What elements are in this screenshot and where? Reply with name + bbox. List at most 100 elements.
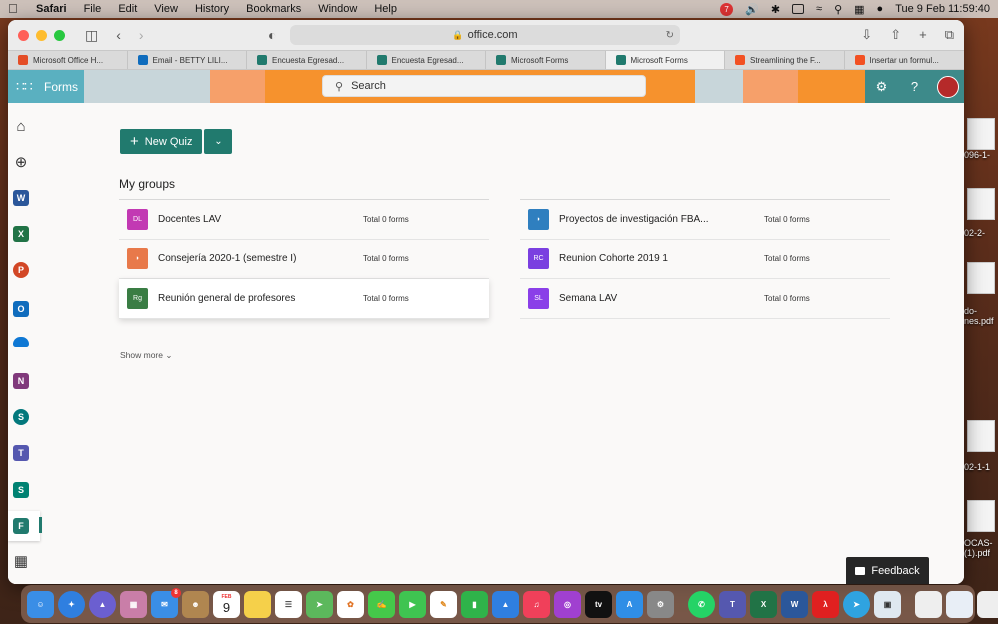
battery-icon[interactable]: [792, 4, 805, 14]
spotlight-search-icon[interactable]: ⚲: [834, 3, 842, 16]
bluetooth-icon[interactable]: ✱: [771, 3, 780, 16]
siri-icon[interactable]: ●: [877, 3, 884, 15]
sidebar-toggle-icon[interactable]: ◫: [85, 27, 98, 44]
app-store-icon[interactable]: A: [616, 590, 643, 618]
desktop-file-icon[interactable]: [967, 420, 995, 452]
browser-tab[interactable]: Microsoft Forms: [486, 51, 606, 69]
share-icon[interactable]: ⇧: [890, 27, 901, 43]
notes-icon[interactable]: [244, 590, 271, 618]
browser-tab[interactable]: Insertar un formul...: [845, 51, 965, 69]
teams-icon[interactable]: T: [13, 445, 29, 461]
group-row[interactable]: RC Reunion Cohorte 2019 1 Total 0 forms: [520, 240, 890, 279]
mail-icon[interactable]: ✉ 8: [151, 587, 181, 618]
menu-file[interactable]: File: [84, 3, 102, 15]
group-row[interactable]: ◗ Proyectos de investigación FBA... Tota…: [520, 200, 890, 240]
group-row[interactable]: DL Docentes LAV Total 0 forms: [119, 200, 489, 240]
home-icon[interactable]: ⌂: [13, 118, 29, 135]
browser-tab[interactable]: Email - BETTY LILI...: [128, 51, 247, 69]
word-icon[interactable]: W: [781, 590, 808, 618]
messages-icon[interactable]: ✍: [368, 590, 395, 618]
maps-icon[interactable]: ➤: [306, 590, 333, 618]
fullscreen-window-button[interactable]: [54, 29, 65, 41]
numbers-icon[interactable]: ▮: [461, 590, 488, 618]
onedrive-icon[interactable]: [13, 337, 29, 347]
control-center-icon[interactable]: ▦: [854, 3, 864, 16]
powerpoint-icon[interactable]: P: [13, 262, 29, 278]
excel-icon[interactable]: X: [13, 226, 29, 242]
word-icon[interactable]: W: [13, 190, 29, 206]
podcasts-icon[interactable]: ◎: [554, 590, 581, 618]
contacts-icon[interactable]: ☻: [182, 590, 209, 618]
music-icon[interactable]: ♫: [523, 590, 550, 618]
onenote-icon[interactable]: N: [13, 373, 29, 389]
menu-window[interactable]: Window: [318, 3, 357, 15]
excel-icon[interactable]: X: [750, 590, 777, 618]
browser-tab[interactable]: Streamlining the F...: [725, 51, 845, 69]
new-tab-icon[interactable]: +: [919, 27, 927, 43]
search-input[interactable]: ⚲ Search: [322, 75, 646, 97]
desktop-file-icon[interactable]: [967, 188, 995, 220]
sway-icon[interactable]: S: [13, 482, 29, 498]
privacy-shield-icon[interactable]: ◐: [268, 27, 276, 43]
recent-document-icon[interactable]: [915, 590, 942, 618]
system-preferences-icon[interactable]: ⚙: [647, 590, 674, 618]
preview-icon[interactable]: ▣: [874, 590, 901, 618]
create-icon[interactable]: ⊕: [13, 154, 29, 171]
telegram-icon[interactable]: ➤: [843, 590, 870, 618]
apple-tv-icon[interactable]: tv: [585, 590, 612, 618]
help-icon[interactable]: ?: [898, 70, 931, 103]
recent-document-icon[interactable]: [977, 590, 998, 618]
feedback-button[interactable]: Feedback: [846, 557, 929, 584]
all-apps-icon[interactable]: ▦: [13, 553, 29, 570]
show-more-link[interactable]: Show more ⌄: [120, 350, 173, 361]
volume-icon[interactable]: 🔊: [745, 3, 759, 16]
finder-icon[interactable]: ☺: [27, 590, 54, 618]
wifi-icon[interactable]: ≈: [816, 3, 822, 15]
apple-icon[interactable]: : [8, 2, 22, 16]
close-window-button[interactable]: [18, 29, 29, 41]
outlook-icon[interactable]: O: [13, 301, 29, 317]
launchpad-grid-icon[interactable]: ▦: [120, 590, 147, 618]
desktop-file-icon[interactable]: [967, 118, 995, 150]
settings-gear-icon[interactable]: ⚙: [865, 70, 898, 103]
reload-icon[interactable]: ↻: [666, 30, 674, 41]
address-bar[interactable]: 🔒 office.com ↻: [290, 25, 680, 45]
desktop-file-icon[interactable]: [967, 500, 995, 532]
menu-view[interactable]: View: [154, 3, 178, 15]
reminders-icon[interactable]: ☰: [275, 590, 302, 618]
forms-icon[interactable]: F: [13, 518, 29, 534]
whatsapp-icon[interactable]: ✆: [688, 590, 715, 618]
group-row[interactable]: Rg Reunión general de profesores Total 0…: [119, 279, 489, 319]
desktop-file-icon[interactable]: [967, 262, 995, 294]
launchpad-icon[interactable]: ▲: [89, 590, 116, 618]
menu-help[interactable]: Help: [374, 3, 397, 15]
recent-document-icon[interactable]: [946, 590, 973, 618]
tab-overview-icon[interactable]: ⧉: [945, 27, 954, 43]
clock[interactable]: Tue 9 Feb 11:59:40: [895, 3, 990, 15]
notification-badge[interactable]: 7: [720, 2, 734, 16]
sharepoint-icon[interactable]: S: [13, 409, 29, 425]
minimize-window-button[interactable]: [36, 29, 47, 41]
menu-history[interactable]: History: [195, 3, 229, 15]
photos-icon[interactable]: ✿: [337, 590, 364, 618]
group-row[interactable]: ◗ Consejería 2020-1 (semestre I) Total 0…: [119, 240, 489, 279]
safari-icon[interactable]: ✦: [58, 590, 85, 618]
facetime-icon[interactable]: ▶: [399, 590, 426, 618]
menu-app-name[interactable]: Safari: [36, 3, 67, 15]
keynote-icon[interactable]: ▲: [492, 590, 519, 618]
browser-tab-active[interactable]: Microsoft Forms: [605, 51, 725, 69]
calendar-icon[interactable]: FEB 9: [213, 590, 240, 618]
browser-tab[interactable]: Microsoft Office H...: [8, 51, 128, 69]
teams-icon[interactable]: T: [719, 590, 746, 618]
new-quiz-button[interactable]: + New Quiz: [120, 129, 203, 154]
freeform-icon[interactable]: ✎: [430, 590, 457, 618]
menu-edit[interactable]: Edit: [118, 3, 137, 15]
avatar[interactable]: [931, 70, 964, 103]
menu-bookmarks[interactable]: Bookmarks: [246, 3, 301, 15]
app-launcher-icon[interactable]: ∷∷: [16, 78, 36, 95]
browser-tab[interactable]: Encuesta Egresad...: [247, 51, 367, 69]
downloads-icon[interactable]: ⇩: [861, 27, 872, 43]
new-dropdown-button[interactable]: ⌄: [204, 129, 233, 154]
app-title[interactable]: Forms: [44, 80, 78, 94]
browser-tab[interactable]: Encuesta Egresad...: [367, 51, 486, 69]
